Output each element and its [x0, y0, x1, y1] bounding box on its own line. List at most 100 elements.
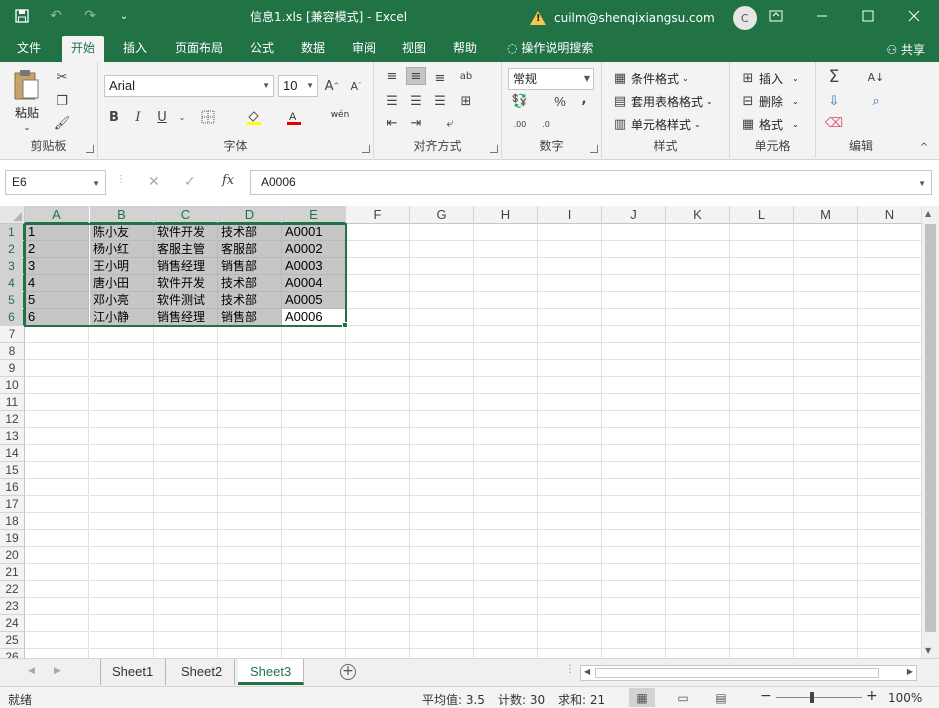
- cell-m25[interactable]: [794, 632, 858, 649]
- page-break-preview-icon[interactable]: ▤: [708, 688, 734, 707]
- paste-button[interactable]: 粘贴 ⌄: [12, 68, 42, 132]
- cell-m13[interactable]: [794, 428, 858, 445]
- cell-l15[interactable]: [730, 462, 794, 479]
- dialog-launcher-icon[interactable]: [590, 145, 598, 153]
- cell-a24[interactable]: [25, 615, 89, 632]
- cell-e17[interactable]: [282, 496, 346, 513]
- cell-j8[interactable]: [602, 343, 666, 360]
- cell-k15[interactable]: [666, 462, 730, 479]
- row-header-2[interactable]: 2: [0, 241, 25, 258]
- cell-n18[interactable]: [858, 513, 922, 530]
- zoom-slider[interactable]: [776, 697, 862, 698]
- cell-f2[interactable]: [346, 241, 410, 258]
- cell-m26[interactable]: [794, 649, 858, 658]
- cell-k12[interactable]: [666, 411, 730, 428]
- column-header-i[interactable]: I: [538, 206, 602, 224]
- sheet-tab-sheet1[interactable]: Sheet1: [100, 659, 167, 685]
- cell-l13[interactable]: [730, 428, 794, 445]
- cell-n3[interactable]: [858, 258, 922, 275]
- cell-e15[interactable]: [282, 462, 346, 479]
- cell-j12[interactable]: [602, 411, 666, 428]
- row-header-23[interactable]: 23: [0, 598, 25, 615]
- cell-n10[interactable]: [858, 377, 922, 394]
- cell-b8[interactable]: [90, 343, 154, 360]
- cell-d5[interactable]: 技术部: [218, 292, 282, 309]
- find-select-icon[interactable]: ⌕: [866, 92, 886, 110]
- page-layout-view-icon[interactable]: ▭: [670, 688, 696, 707]
- cell-f21[interactable]: [346, 564, 410, 581]
- cell-e19[interactable]: [282, 530, 346, 547]
- cell-f1[interactable]: [346, 224, 410, 241]
- cell-l14[interactable]: [730, 445, 794, 462]
- vertical-scrollbar[interactable]: ▲ ▼: [921, 206, 939, 658]
- cell-m19[interactable]: [794, 530, 858, 547]
- column-header-k[interactable]: K: [666, 206, 730, 224]
- cell-e26[interactable]: [282, 649, 346, 658]
- cell-k5[interactable]: [666, 292, 730, 309]
- cell-j13[interactable]: [602, 428, 666, 445]
- cell-h4[interactable]: [474, 275, 538, 292]
- cell-k16[interactable]: [666, 479, 730, 496]
- cell-g21[interactable]: [410, 564, 474, 581]
- cell-e6[interactable]: A0006: [282, 309, 346, 326]
- cell-f23[interactable]: [346, 598, 410, 615]
- cell-l4[interactable]: [730, 275, 794, 292]
- cell-l24[interactable]: [730, 615, 794, 632]
- cell-e21[interactable]: [282, 564, 346, 581]
- cell-k25[interactable]: [666, 632, 730, 649]
- delete-cells-button[interactable]: ⊟ 删除 ⌄: [740, 93, 799, 110]
- cell-n19[interactable]: [858, 530, 922, 547]
- cell-k7[interactable]: [666, 326, 730, 343]
- cell-m23[interactable]: [794, 598, 858, 615]
- cell-m17[interactable]: [794, 496, 858, 513]
- row-header-18[interactable]: 18: [0, 513, 25, 530]
- cell-n15[interactable]: [858, 462, 922, 479]
- accounting-format-icon[interactable]: 💱: [510, 92, 530, 110]
- cell-d17[interactable]: [218, 496, 282, 513]
- cell-g24[interactable]: [410, 615, 474, 632]
- cell-a15[interactable]: [25, 462, 89, 479]
- cell-m20[interactable]: [794, 547, 858, 564]
- cell-c6[interactable]: 销售经理: [154, 309, 218, 326]
- dialog-launcher-icon[interactable]: [490, 145, 498, 153]
- cell-e12[interactable]: [282, 411, 346, 428]
- save-icon[interactable]: [8, 2, 36, 30]
- cell-c9[interactable]: [154, 360, 218, 377]
- cell-m8[interactable]: [794, 343, 858, 360]
- tab-formulas[interactable]: 公式: [241, 36, 283, 62]
- conditional-formatting-button[interactable]: ▦ 条件格式 ⌄: [612, 70, 689, 87]
- cell-c2[interactable]: 客服主管: [154, 241, 218, 258]
- cell-k20[interactable]: [666, 547, 730, 564]
- cell-b2[interactable]: 杨小红: [90, 241, 154, 258]
- increase-indent-icon[interactable]: ⇥: [406, 114, 426, 132]
- cell-g9[interactable]: [410, 360, 474, 377]
- row-header-15[interactable]: 15: [0, 462, 25, 479]
- cell-l8[interactable]: [730, 343, 794, 360]
- number-format-combo[interactable]: 常规 ▼: [508, 68, 594, 90]
- cell-f16[interactable]: [346, 479, 410, 496]
- cell-n16[interactable]: [858, 479, 922, 496]
- cell-a13[interactable]: [25, 428, 89, 445]
- cell-j3[interactable]: [602, 258, 666, 275]
- cell-i22[interactable]: [538, 581, 602, 598]
- cell-f13[interactable]: [346, 428, 410, 445]
- cell-c24[interactable]: [154, 615, 218, 632]
- cell-k13[interactable]: [666, 428, 730, 445]
- fill-handle[interactable]: [342, 322, 348, 328]
- cell-b18[interactable]: [90, 513, 154, 530]
- format-cells-button[interactable]: ▦ 格式 ⌄: [740, 116, 799, 133]
- cell-h15[interactable]: [474, 462, 538, 479]
- cell-a19[interactable]: [25, 530, 89, 547]
- worksheet-grid[interactable]: ABCDEFGHIJKLMN 1 2 3 4 5 6 7 8 9 10 11 12 13 14 15 16 17…: [0, 206, 939, 658]
- column-header-e[interactable]: E: [282, 206, 346, 224]
- cell-h13[interactable]: [474, 428, 538, 445]
- cell-k3[interactable]: [666, 258, 730, 275]
- cell-h23[interactable]: [474, 598, 538, 615]
- column-header-m[interactable]: M: [794, 206, 858, 224]
- row-header-6[interactable]: 6: [0, 309, 25, 326]
- insert-function-icon[interactable]: fx: [222, 173, 234, 188]
- font-color-icon[interactable]: A: [284, 108, 304, 126]
- column-header-g[interactable]: G: [410, 206, 474, 224]
- cell-i1[interactable]: [538, 224, 602, 241]
- cell-h25[interactable]: [474, 632, 538, 649]
